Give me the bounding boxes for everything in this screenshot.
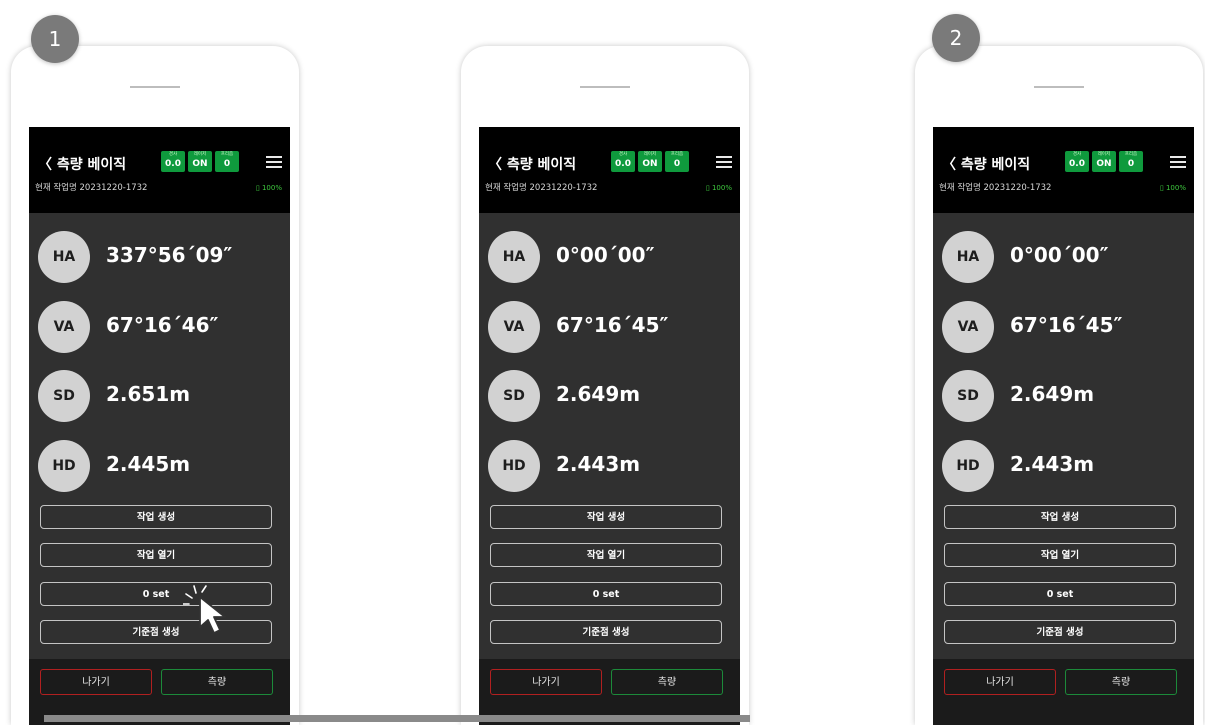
laser-status-badge: 레이저 ON [638,151,662,172]
hamburger-menu-icon[interactable] [266,156,282,168]
speaker-grille [130,86,180,88]
reading-value: 0°00´00″ [556,243,655,267]
battery-indicator: ▯ 100% [705,184,732,192]
laser-status-badge: 레이저 ON [188,151,212,172]
zero-set-button[interactable]: 0 set [944,582,1176,606]
current-job-name: 현재 작업명 20231220-1732 [485,183,598,193]
app-screen: 〈 측량 베이직 경사 0.0 레이저 ON 프리즘 0 현재 작업명 2023… [479,127,740,725]
reading-label: HA [488,231,540,283]
app-screen: 〈 측량 베이직 경사 0.0 레이저 ON 프리즘 0 현재 작업명 2023… [933,127,1194,725]
reading-value: 2.649m [1010,382,1095,406]
reading-label: HD [942,440,994,492]
back-title-button[interactable]: 〈 측량 베이직 [38,154,126,174]
open-job-button[interactable]: 작업 열기 [944,543,1176,567]
current-job-name: 현재 작업명 20231220-1732 [939,183,1052,193]
step-badge-1: 1 [31,15,79,63]
open-job-button[interactable]: 작업 열기 [490,543,722,567]
back-title-button[interactable]: 〈 측량 베이직 [488,154,576,174]
app-header: 〈 측량 베이직 경사 0.0 레이저 ON 프리즘 0 현재 작업명 2023… [479,127,740,213]
hamburger-menu-icon[interactable] [1170,156,1186,168]
reading-value: 2.443m [556,452,641,476]
create-job-button[interactable]: 작업 생성 [490,505,722,529]
app-header: 〈 측량 베이직 경사 0.0 레이저 ON 프리즘 0 현재 작업명 2023… [933,127,1194,213]
reading-value: 0°00´00″ [1010,243,1109,267]
hamburger-menu-icon[interactable] [716,156,732,168]
step-badge-2: 2 [932,14,980,62]
back-title-button[interactable]: 〈 측량 베이직 [942,154,1030,174]
reading-label: VA [38,301,90,353]
tilt-status-badge: 경사 0.0 [611,151,635,172]
measure-button[interactable]: 측량 [611,669,723,695]
reading-label: VA [488,301,540,353]
exit-button[interactable]: 나가기 [490,669,602,695]
exit-button[interactable]: 나가기 [40,669,152,695]
reading-value: 2.445m [106,452,191,476]
reading-value: 2.443m [1010,452,1095,476]
reading-label: SD [488,370,540,422]
laser-status-badge: 레이저 ON [1092,151,1116,172]
reading-value: 2.649m [556,382,641,406]
measure-button[interactable]: 측량 [1065,669,1177,695]
phone-mockup-3: 〈 측량 베이직 경사 0.0 레이저 ON 프리즘 0 현재 작업명 2023… [915,46,1203,725]
zero-set-button[interactable]: 0 set [490,582,722,606]
prism-status-badge: 프리즘 0 [1119,151,1143,172]
exit-button[interactable]: 나가기 [944,669,1056,695]
click-cursor-icon [183,585,226,634]
battery-indicator: ▯ 100% [255,184,282,192]
reading-label: SD [942,370,994,422]
reading-value: 67°16´45″ [556,313,669,337]
speaker-grille [1034,86,1084,88]
reading-label: VA [942,301,994,353]
reading-label: HD [488,440,540,492]
reading-label: HD [38,440,90,492]
app-screen: 〈 측량 베이직 경사 0.0 레이저 ON 프리즘 0 현재 작업명 2023… [29,127,290,725]
reading-label: HA [38,231,90,283]
app-header: 〈 측량 베이직 경사 0.0 레이저 ON 프리즘 0 현재 작업명 2023… [29,127,290,213]
reading-label: SD [38,370,90,422]
battery-indicator: ▯ 100% [1159,184,1186,192]
open-job-button[interactable]: 작업 열기 [40,543,272,567]
speaker-grille [580,86,630,88]
tilt-status-badge: 경사 0.0 [161,151,185,172]
phone-mockup-2: 〈 측량 베이직 경사 0.0 레이저 ON 프리즘 0 현재 작업명 2023… [461,46,749,725]
reading-value: 337°56´09″ [106,243,233,267]
reading-value: 67°16´45″ [1010,313,1123,337]
create-job-button[interactable]: 작업 생성 [40,505,272,529]
footer-bar: 나가기 측량 [933,659,1194,725]
bottom-divider-bar [44,715,750,722]
tilt-status-badge: 경사 0.0 [1065,151,1089,172]
create-reference-point-button[interactable]: 기준점 생성 [944,620,1176,644]
reading-label: HA [942,231,994,283]
phone-mockup-1: 〈 측량 베이직 경사 0.0 레이저 ON 프리즘 0 현재 작업명 2023… [11,46,299,725]
reading-value: 2.651m [106,382,191,406]
create-reference-point-button[interactable]: 기준점 생성 [490,620,722,644]
create-job-button[interactable]: 작업 생성 [944,505,1176,529]
prism-status-badge: 프리즘 0 [215,151,239,172]
current-job-name: 현재 작업명 20231220-1732 [35,183,148,193]
reading-value: 67°16´46″ [106,313,219,337]
measure-button[interactable]: 측량 [161,669,273,695]
prism-status-badge: 프리즘 0 [665,151,689,172]
